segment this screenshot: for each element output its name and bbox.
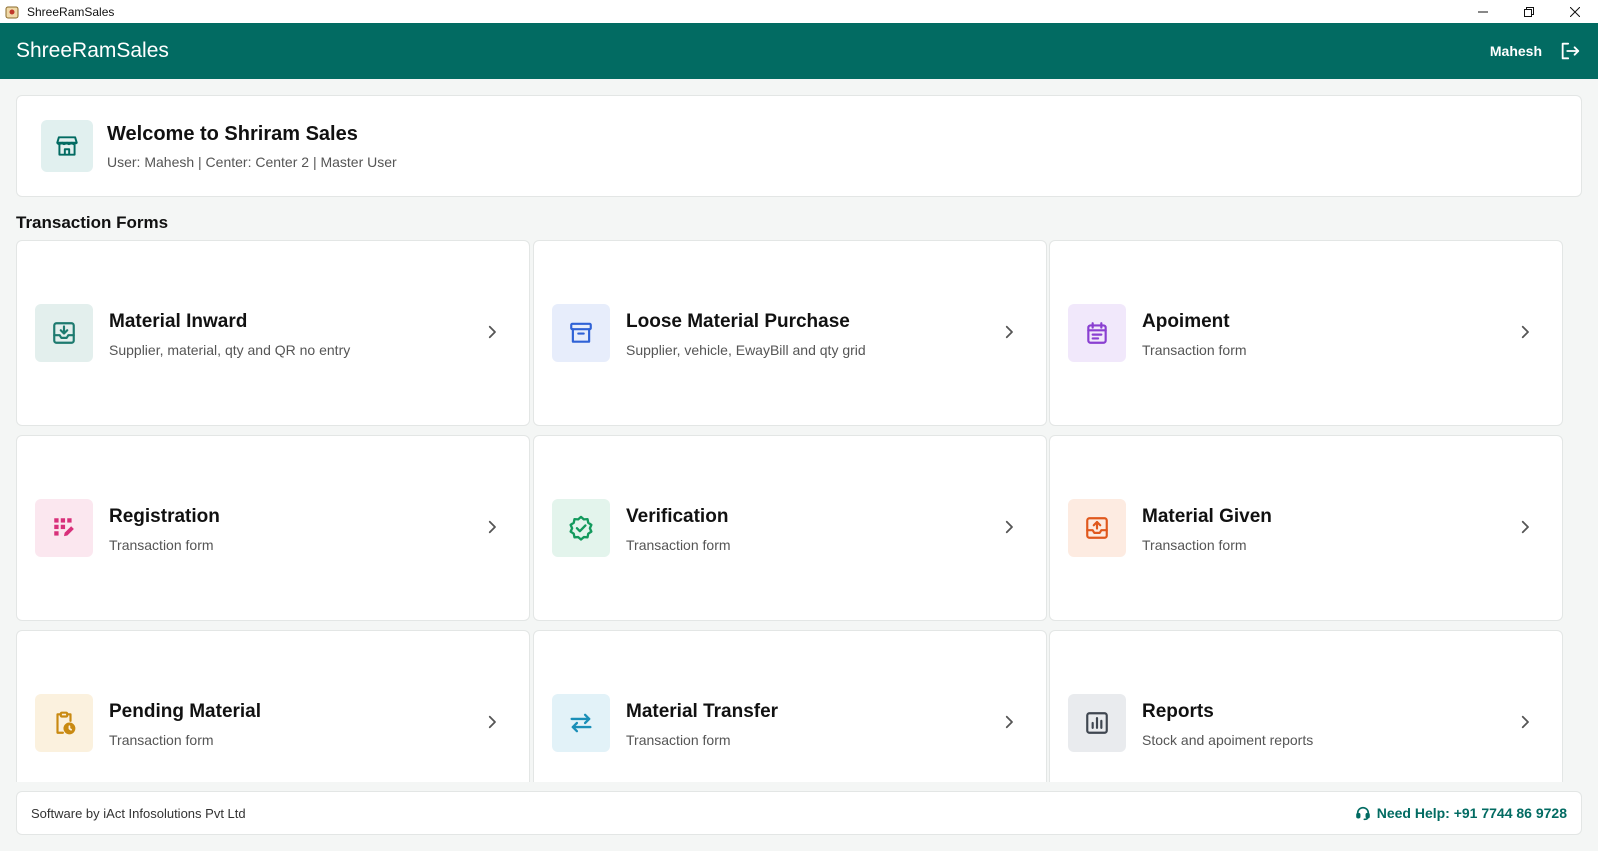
card-title: Loose Material Purchase [626,311,850,332]
app-header: ShreeRamSales Mahesh [0,23,1598,79]
minimize-button[interactable] [1460,0,1506,23]
archive-box-icon [552,304,610,362]
chevron-right-icon [488,520,496,534]
close-window-button[interactable] [1552,0,1598,23]
card-subtitle: Transaction form [626,732,731,748]
chevron-right-icon [1005,520,1013,534]
chevron-right-icon [488,325,496,339]
chevron-right-icon [1521,325,1529,339]
footer-bar: Software by iAct Infosolutions Pvt Ltd N… [16,791,1582,835]
card-loose-material-purchase[interactable]: Loose Material Purchase Supplier, vehicl… [533,240,1047,426]
calendar-icon [1068,304,1126,362]
card-material-given[interactable]: Material Given Transaction form [1049,435,1563,621]
card-title: Apoiment [1142,311,1230,332]
card-title: Registration [109,506,220,527]
window-title: ShreeRamSales [27,4,115,19]
card-title: Material Given [1142,506,1272,527]
help-phone-text: Need Help: +91 7744 86 9728 [1376,805,1567,821]
card-title: Material Inward [109,311,248,332]
footer-credit: Software by iAct Infosolutions Pvt Ltd [31,805,246,821]
card-subtitle: Transaction form [1142,342,1247,358]
minimize-icon [1478,11,1488,12]
card-material-inward[interactable]: Material Inward Supplier, material, qty … [16,240,530,426]
verified-badge-icon [552,499,610,557]
card-subtitle: Transaction form [626,537,731,553]
registration-pen-icon [35,499,93,557]
swap-arrows-icon [552,694,610,752]
card-subtitle: Transaction form [1142,537,1247,553]
help-contact[interactable]: Need Help: +91 7744 86 9728 [1355,805,1567,821]
welcome-subtitle: User: Mahesh | Center: Center 2 | Master… [107,153,397,170]
chevron-right-icon [1521,520,1529,534]
bar-chart-icon [1068,694,1126,752]
logout-icon [1561,42,1580,60]
restore-icon [1524,6,1534,17]
inbox-download-icon [35,304,93,362]
storefront-icon [41,120,93,172]
app-logo-icon [4,4,20,20]
card-subtitle: Transaction form [109,537,214,553]
card-title: Verification [626,506,729,527]
card-subtitle: Supplier, material, qty and QR no entry [109,342,351,358]
section-title: Transaction Forms [16,213,169,232]
card-subtitle: Transaction form [109,732,214,748]
welcome-card: Welcome to Shriram Sales User: Mahesh | … [16,95,1582,197]
user-name: Mahesh [1489,43,1542,59]
card-title: Pending Material [109,701,262,722]
clipboard-clock-icon [35,694,93,752]
outbox-upload-icon [1068,499,1126,557]
chevron-right-icon [1005,715,1013,729]
logout-button[interactable] [1558,39,1582,63]
headset-icon [1355,806,1370,821]
user-area: Mahesh [1490,23,1598,79]
window-controls [1460,0,1598,23]
card-registration[interactable]: Registration Transaction form [16,435,530,621]
window-titlebar: ShreeRamSales [0,0,1598,23]
card-apoiment[interactable]: Apoiment Transaction form [1049,240,1563,426]
restore-button[interactable] [1506,0,1552,23]
card-subtitle: Stock and apoiment reports [1142,732,1314,748]
chevron-right-icon [1521,715,1529,729]
card-title: Reports [1142,701,1214,722]
card-verification[interactable]: Verification Transaction form [533,435,1047,621]
card-subtitle: Supplier, vehicle, EwayBill and qty grid [626,342,866,358]
chevron-right-icon [488,715,496,729]
card-title: Material Transfer [626,701,779,722]
chevron-right-icon [1005,325,1013,339]
welcome-title: Welcome to Shriram Sales [107,122,358,145]
app-name: ShreeRamSales [16,39,169,62]
close-icon [1570,6,1580,17]
